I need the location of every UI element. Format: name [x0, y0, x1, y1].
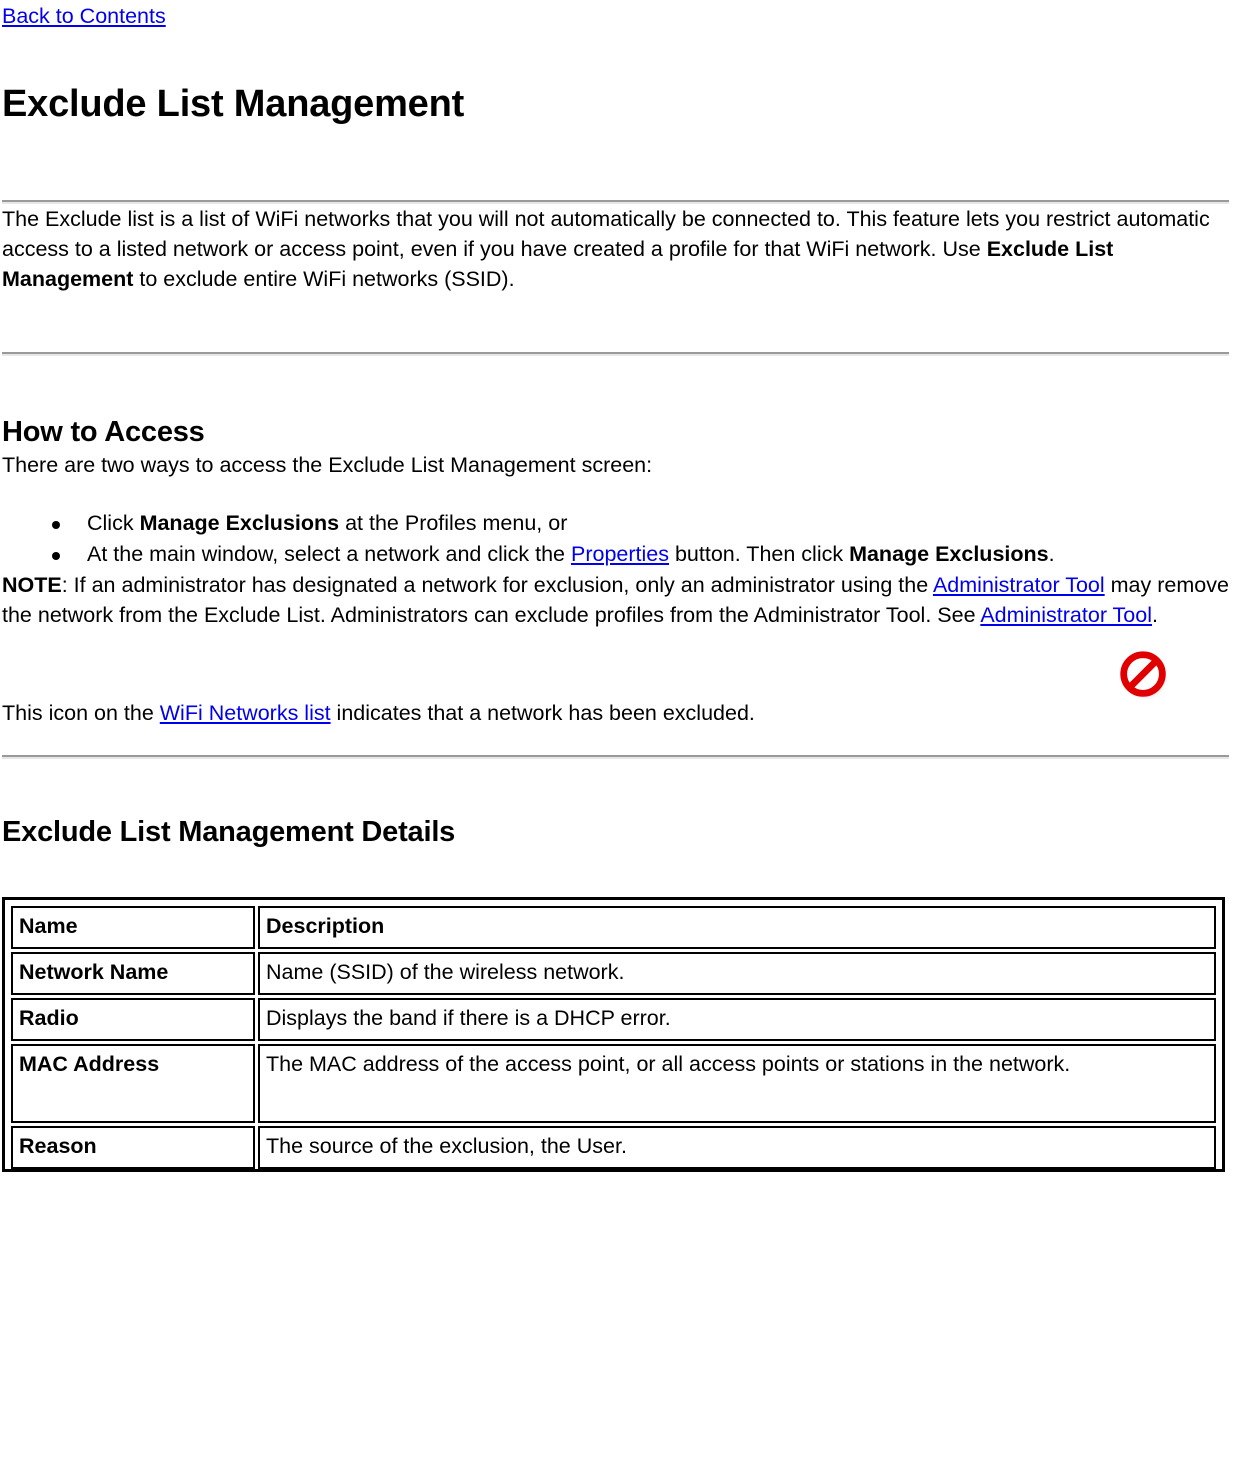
column-header-description: Description: [258, 905, 1216, 949]
table-header-row: Name Description: [11, 905, 1216, 949]
bullet-1-text-post: at the Profiles menu, or: [339, 510, 568, 535]
bullet-1-bold-term: Manage Exclusions: [139, 510, 340, 535]
intro-text-part-2: to exclude entire WiFi networks (SSID).: [133, 267, 515, 292]
excluded-network-icon: [1120, 650, 1170, 701]
wifi-networks-list-link[interactable]: WiFi Networks list: [160, 701, 331, 725]
breadcrumb: Back to Contents: [2, 0, 1229, 32]
icon-note-paragraph: This icon on the WiFi Networks list indi…: [2, 698, 1229, 728]
excluded-icon-note: This icon on the WiFi Networks list indi…: [2, 650, 1229, 732]
row-name-radio: Radio: [11, 997, 255, 1041]
note-paragraph: NOTE: If an administrator has designated…: [2, 570, 1229, 630]
section-title-details: Exclude List Management Details: [2, 815, 456, 848]
bullet-2-text-post: .: [1048, 541, 1055, 566]
table-row: Network Name Name (SSID) of the wireless…: [11, 951, 1216, 995]
horizontal-rule: [2, 754, 1229, 759]
section-title-how-to-access: How to Access: [2, 416, 205, 449]
access-methods-list: Click Manage Exclusions at the Profiles …: [2, 508, 1229, 570]
note-label: NOTE: [2, 572, 62, 597]
row-description-network-name: Name (SSID) of the wireless network.: [258, 951, 1216, 995]
table-row: MAC Address The MAC address of the acces…: [11, 1043, 1216, 1123]
bullet-1-text-pre: Click: [87, 510, 140, 535]
administrator-tool-link-1[interactable]: Administrator Tool: [933, 573, 1105, 597]
page-title: Exclude List Management: [2, 82, 465, 125]
row-name-network-name: Network Name: [11, 951, 255, 995]
list-item: Click Manage Exclusions at the Profiles …: [52, 508, 1229, 539]
table-row: Radio Displays the band if there is a DH…: [11, 997, 1216, 1041]
back-to-contents-link[interactable]: Back to Contents: [2, 4, 166, 28]
bullet-2-text-pre: At the main window, select a network and…: [87, 541, 571, 566]
row-description-mac-address: The MAC address of the access point, or …: [258, 1043, 1216, 1123]
list-item: At the main window, select a network and…: [52, 539, 1229, 570]
details-table-frame: Name Description Network Name Name (SSID…: [2, 896, 1225, 1172]
column-header-name: Name: [11, 905, 255, 949]
horizontal-rule: [2, 352, 1229, 357]
properties-link[interactable]: Properties: [571, 542, 669, 566]
icon-note-text-part-1: This icon on the: [2, 700, 160, 725]
bullet-2-bold-term: Manage Exclusions: [849, 541, 1049, 566]
divider-middle: [2, 352, 1229, 357]
document-page: Back to Contents Exclude List Management…: [0, 0, 1233, 1172]
details-table: Name Description Network Name Name (SSID…: [8, 903, 1219, 1172]
divider-bottom: [2, 754, 1229, 759]
row-name-mac-address: MAC Address: [11, 1043, 255, 1123]
intro-paragraph: The Exclude list is a list of WiFi netwo…: [2, 204, 1229, 294]
note-text-part-1: : If an administrator has designated a n…: [61, 572, 933, 597]
row-name-reason: Reason: [11, 1125, 255, 1169]
table-row: Reason The source of the exclusion, the …: [11, 1125, 1216, 1169]
administrator-tool-link-2[interactable]: Administrator Tool: [980, 603, 1152, 627]
how-to-access-lead: There are two ways to access the Exclude…: [2, 452, 653, 477]
bullet-2-text-mid: button. Then click: [669, 541, 850, 566]
row-description-radio: Displays the band if there is a DHCP err…: [258, 997, 1216, 1041]
row-description-reason: The source of the exclusion, the User.: [258, 1125, 1216, 1169]
note-text-part-3: .: [1152, 602, 1158, 627]
icon-note-text-part-2: indicates that a network has been exclud…: [330, 700, 755, 725]
